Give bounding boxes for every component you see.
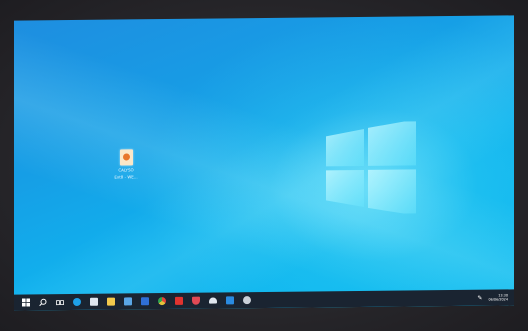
acrobat-icon[interactable] <box>173 295 184 306</box>
file-explorer-icon[interactable] <box>105 296 116 307</box>
search-icon[interactable] <box>37 297 48 308</box>
pen-icon[interactable]: ✎ <box>477 294 482 301</box>
app-icon[interactable] <box>224 295 235 306</box>
task-view-icon[interactable] <box>54 297 65 308</box>
store-icon[interactable] <box>122 296 133 307</box>
shortcut-label-line2: Ext8 - WE... <box>114 174 138 180</box>
shortcut-label-line1: CALYSO <box>118 167 134 173</box>
shield-icon[interactable] <box>190 295 201 306</box>
clock-date: 06/06/2024 <box>488 297 508 302</box>
edge-browser-icon[interactable] <box>71 296 82 307</box>
desktop-screen: CALYSO Ext8 - WE... ✎ 13:30 06/06/2024 <box>14 15 514 311</box>
system-tray: ✎ 13:30 06/06/2024 <box>477 290 508 304</box>
cloud-icon[interactable] <box>207 295 218 306</box>
windows-logo-wallpaper <box>326 121 416 215</box>
chrome-icon[interactable] <box>156 296 167 307</box>
desktop-shortcut[interactable]: CALYSO Ext8 - WE... <box>106 149 146 180</box>
clock[interactable]: 13:30 06/06/2024 <box>488 293 508 302</box>
wallpaper-light-beams <box>14 15 514 311</box>
powerpoint-file-icon <box>119 149 133 166</box>
windows-start-icon[interactable] <box>20 297 31 308</box>
mail-icon[interactable] <box>88 296 99 307</box>
settings-icon[interactable] <box>241 295 252 306</box>
teams-icon[interactable] <box>139 296 150 307</box>
